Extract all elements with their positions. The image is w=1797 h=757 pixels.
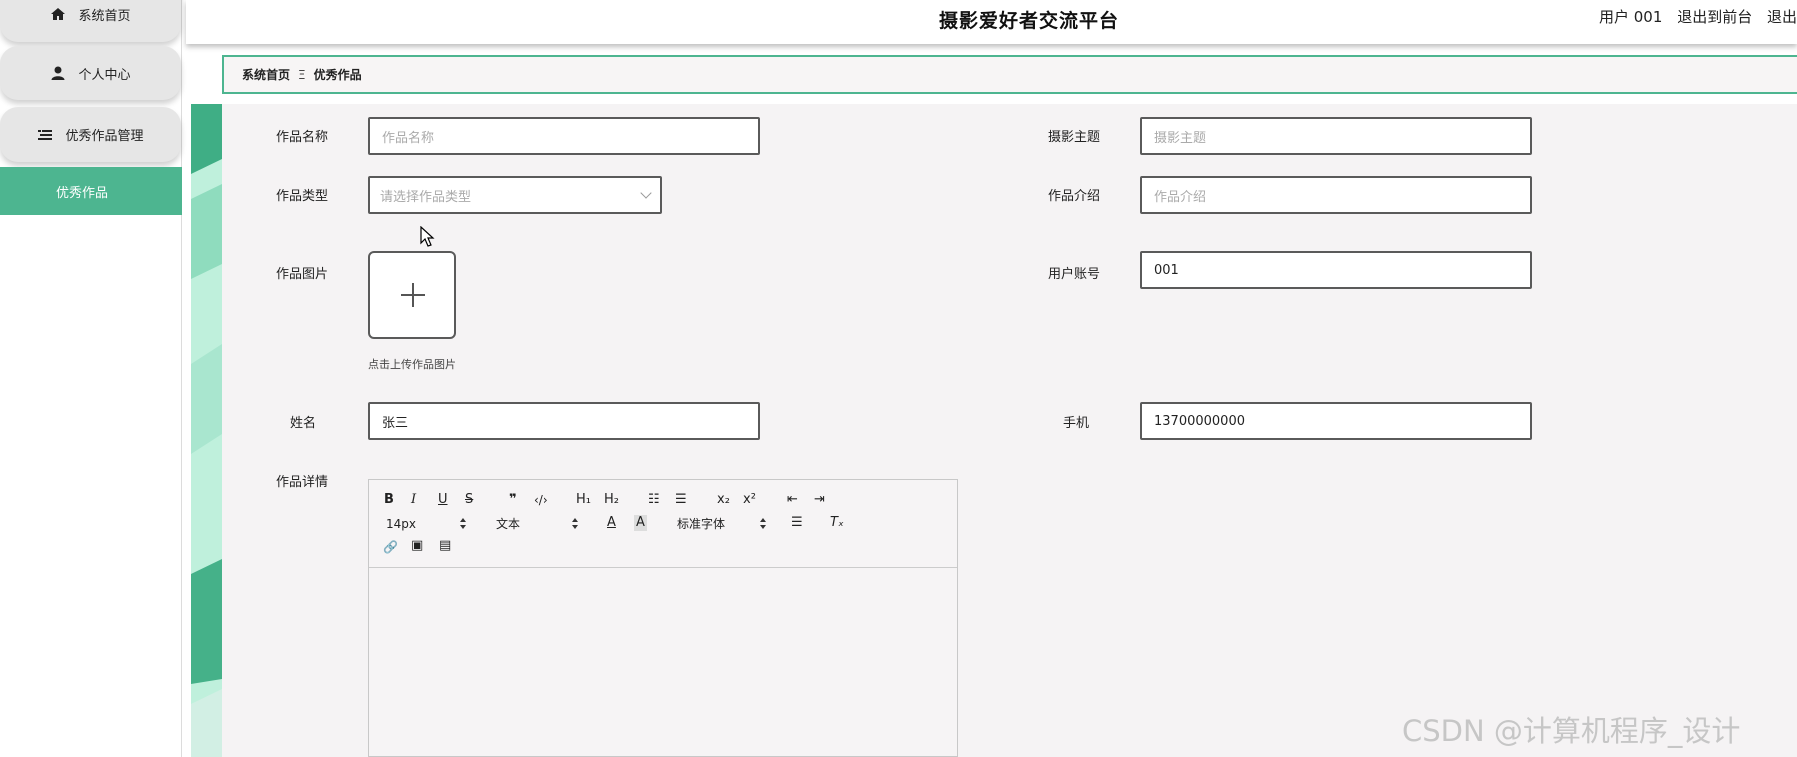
sidebar-item-label: 优秀作品 bbox=[56, 185, 109, 201]
chevron-down-icon bbox=[640, 187, 652, 199]
user-label: 用户 001 bbox=[1599, 8, 1663, 26]
mouse-cursor-icon bbox=[420, 226, 435, 247]
phone-value: 13700000000 bbox=[1154, 413, 1245, 429]
heading2-button[interactable]: H₂ bbox=[604, 492, 619, 508]
clear-format-button[interactable]: Tₓ bbox=[830, 515, 844, 531]
sidebar-item-label: 个人中心 bbox=[78, 67, 131, 83]
code-button[interactable]: ‹/› bbox=[534, 492, 548, 508]
user-icon bbox=[50, 65, 66, 81]
bold-button[interactable]: B bbox=[384, 492, 394, 508]
strike-button[interactable]: S bbox=[465, 492, 473, 508]
heading1-button[interactable]: H₁ bbox=[576, 492, 591, 508]
work-name-label: 作品名称 bbox=[276, 130, 329, 145]
work-type-label: 作品类型 bbox=[276, 189, 329, 204]
paragraph-arrows-icon bbox=[572, 518, 578, 530]
video-button[interactable]: ▤ bbox=[439, 538, 451, 554]
background-color-button[interactable]: A bbox=[634, 515, 647, 531]
font-color-button[interactable]: A bbox=[607, 515, 616, 531]
image-label: 作品图片 bbox=[276, 267, 329, 282]
logout-link[interactable]: 退出 bbox=[1767, 8, 1797, 26]
image-upload-button[interactable] bbox=[368, 251, 456, 339]
link-button[interactable]: 🔗 bbox=[383, 539, 398, 555]
intro-label: 作品介绍 bbox=[1048, 189, 1101, 204]
outdent-button[interactable]: ⇤ bbox=[787, 492, 798, 508]
sidebar-item-profile[interactable]: 个人中心 bbox=[0, 46, 181, 100]
paragraph-select[interactable]: 文本 bbox=[496, 516, 520, 532]
phone-input[interactable]: 13700000000 bbox=[1140, 402, 1532, 440]
sidebar-item-works-management[interactable]: 优秀作品管理 bbox=[0, 107, 181, 162]
header-user-area: 用户 001 退出到前台 退出 bbox=[1589, 6, 1797, 27]
work-name-input[interactable]: 作品名称 bbox=[368, 117, 760, 155]
watermark: CSDN @计算机程序_设计 bbox=[1402, 714, 1741, 748]
sidebar: 系统首页 个人中心 优秀作品管理 优秀作品 bbox=[0, 0, 182, 757]
italic-button[interactable]: I bbox=[411, 492, 416, 508]
sidebar-item-label: 系统首页 bbox=[78, 8, 131, 24]
breadcrumb: 系统首页 Ξ 优秀作品 bbox=[222, 55, 1797, 94]
font-family-arrows-icon bbox=[760, 518, 766, 530]
font-size-select[interactable]: 14px bbox=[386, 516, 416, 532]
account-value: 001 bbox=[1154, 262, 1179, 278]
app-title: 摄影爱好者交流平台 bbox=[939, 10, 1120, 32]
name-label: 姓名 bbox=[290, 416, 317, 431]
phone-label: 手机 bbox=[1063, 416, 1090, 431]
theme-placeholder: 摄影主题 bbox=[1154, 130, 1207, 146]
editor-toolbar: B I U S ❞ ‹/› H₁ H₂ ☷ ☰ x₂ x² ⇤ ⇥ 14px 文… bbox=[369, 480, 957, 568]
form-area: 作品名称 作品名称 摄影主题 摄影主题 作品类型 请选择作品类型 作品介绍 作品… bbox=[222, 104, 1797, 757]
intro-input[interactable]: 作品介绍 bbox=[1140, 176, 1532, 214]
to-front-link[interactable]: 退出到前台 bbox=[1677, 8, 1752, 26]
superscript-button[interactable]: x² bbox=[743, 492, 756, 508]
image-button[interactable]: ▣ bbox=[411, 538, 423, 554]
sidebar-item-label: 优秀作品管理 bbox=[65, 129, 144, 144]
bullet-list-button[interactable]: ☰ bbox=[675, 492, 687, 508]
theme-label: 摄影主题 bbox=[1048, 130, 1101, 145]
font-size-arrows-icon bbox=[460, 518, 466, 530]
account-input[interactable]: 001 bbox=[1140, 251, 1532, 289]
account-label: 用户账号 bbox=[1048, 267, 1101, 282]
home-icon bbox=[50, 6, 66, 22]
top-header: 摄影爱好者交流平台 用户 001 退出到前台 退出 bbox=[186, 0, 1797, 44]
sidebar-item-home[interactable]: 系统首页 bbox=[0, 0, 181, 42]
work-type-placeholder: 请选择作品类型 bbox=[380, 189, 472, 205]
font-family-select[interactable]: 标准字体 bbox=[677, 516, 725, 532]
ordered-list-button[interactable]: ☷ bbox=[648, 492, 660, 508]
sidebar-item-excellent-works[interactable]: 优秀作品 bbox=[0, 167, 182, 215]
list-icon bbox=[37, 127, 53, 143]
quote-button[interactable]: ❞ bbox=[509, 492, 517, 508]
intro-placeholder: 作品介绍 bbox=[1154, 189, 1207, 205]
underline-button[interactable]: U bbox=[438, 492, 448, 508]
image-upload-hint: 点击上传作品图片 bbox=[368, 358, 456, 371]
rich-text-editor: B I U S ❞ ‹/› H₁ H₂ ☷ ☰ x₂ x² ⇤ ⇥ 14px 文… bbox=[368, 479, 958, 757]
detail-label: 作品详情 bbox=[276, 475, 329, 490]
work-type-select[interactable]: 请选择作品类型 bbox=[368, 176, 662, 214]
theme-input[interactable]: 摄影主题 bbox=[1140, 117, 1532, 155]
breadcrumb-current: 优秀作品 bbox=[313, 68, 362, 82]
breadcrumb-home[interactable]: 系统首页 bbox=[242, 66, 290, 83]
app-root: 系统首页 个人中心 优秀作品管理 优秀作品 摄影爱好者交流平台 用户 001 退… bbox=[0, 0, 1797, 757]
breadcrumb-separator-icon: Ξ bbox=[298, 67, 306, 82]
work-name-placeholder: 作品名称 bbox=[382, 130, 435, 146]
subscript-button[interactable]: x₂ bbox=[717, 492, 730, 508]
decorative-stripe bbox=[191, 104, 222, 757]
indent-button[interactable]: ⇥ bbox=[814, 492, 825, 508]
name-input[interactable]: 张三 bbox=[368, 402, 760, 440]
align-button[interactable]: ☰ bbox=[791, 515, 803, 531]
editor-content[interactable] bbox=[369, 569, 957, 757]
name-value: 张三 bbox=[382, 415, 409, 431]
